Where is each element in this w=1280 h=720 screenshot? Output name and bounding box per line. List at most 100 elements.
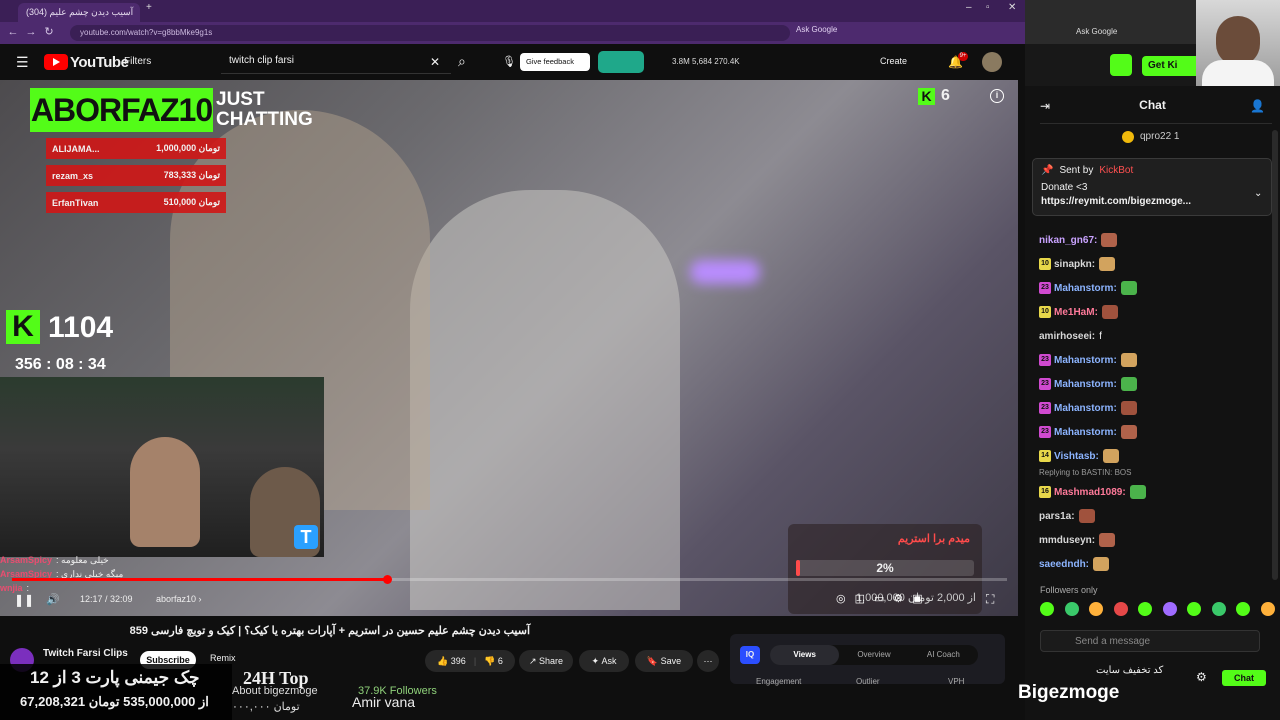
emote-icon[interactable]	[1236, 602, 1251, 616]
youtube-logo-icon[interactable]	[44, 54, 68, 70]
kick-app-icon[interactable]	[1110, 54, 1132, 76]
close-window-icon[interactable]: ✕	[1008, 2, 1016, 13]
emote-icon[interactable]	[1113, 602, 1128, 616]
chat-username[interactable]: amirhoseei:	[1039, 331, 1095, 342]
gear-icon[interactable]: ⚙	[1196, 670, 1207, 684]
chat-username[interactable]: Mashmad1089:	[1054, 487, 1126, 498]
emote-icon	[1093, 557, 1110, 571]
give-feedback-button[interactable]: Give feedback	[520, 53, 590, 71]
chat-message[interactable]: 23 Mahanstorm:	[1039, 396, 1273, 420]
chat-send-button[interactable]: Chat	[1222, 670, 1266, 686]
chat-message[interactable]: 10 Me1HaM:	[1039, 300, 1273, 324]
back-icon[interactable]: ←	[6, 25, 20, 39]
reload-icon[interactable]: ↻	[42, 25, 56, 39]
minimize-icon[interactable]: –	[966, 2, 972, 13]
clear-search-icon[interactable]: ✕	[430, 55, 440, 69]
dislike-button[interactable]: 👎 6	[484, 656, 503, 667]
chat-message[interactable]: nikan_gn67:	[1039, 228, 1273, 252]
youtube-wordmark[interactable]: YouTube	[70, 54, 129, 71]
emote-icon	[1078, 509, 1095, 523]
chat-message[interactable]: 10 sinapkn:	[1039, 252, 1273, 276]
save-button[interactable]: 🔖 Save	[635, 650, 693, 672]
menu-icon[interactable]: ☰	[16, 54, 29, 71]
emote-icon	[1120, 377, 1137, 391]
player-controls-icons[interactable]: ◎◫▭⚙▣	[836, 592, 932, 605]
chapter-chip[interactable]: aborfaz10 ›	[156, 594, 202, 604]
emote-icon[interactable]	[1138, 602, 1153, 616]
chat-message[interactable]: 23 Mahanstorm:	[1039, 420, 1273, 444]
chat-username[interactable]: Vishtasb:	[1054, 451, 1099, 462]
avatar[interactable]	[982, 52, 1002, 72]
search-icon[interactable]: ⌕	[458, 53, 466, 70]
maximize-icon[interactable]: ▫	[986, 2, 990, 13]
create-button[interactable]: Create	[880, 53, 934, 71]
chat-message[interactable]: 14 Vishtasb:	[1039, 444, 1273, 468]
chat-username[interactable]: pars1a:	[1039, 511, 1075, 522]
sub-badge: 14	[1039, 450, 1051, 462]
chat-message[interactable]: saeedndh:	[1039, 552, 1273, 576]
top-user: qpro22	[1140, 131, 1172, 142]
chat-scrollbar[interactable]	[1272, 130, 1278, 580]
url-field[interactable]: youtube.com/watch?v=g8bbMke9g1s	[70, 25, 790, 41]
ask-google-button[interactable]: Ask Google	[796, 25, 837, 34]
ask-google-right[interactable]: Ask Google	[1076, 27, 1117, 36]
emote-icon[interactable]	[1040, 602, 1054, 616]
chat-message[interactable]: 23 Mahanstorm:	[1039, 348, 1273, 372]
chat-message[interactable]: pars1a:	[1039, 504, 1273, 528]
chat-username[interactable]: saeedndh:	[1039, 559, 1089, 570]
search-input[interactable]: twitch clip farsi	[221, 50, 451, 74]
extension-icon[interactable]	[598, 51, 644, 73]
chat-username[interactable]: Mahanstorm:	[1054, 379, 1117, 390]
filters-button[interactable]: Filters	[124, 56, 151, 67]
emote-icon[interactable]	[1260, 602, 1275, 616]
pinned-message[interactable]: 📌 Sent by KickBot Donate <3 https://reym…	[1032, 158, 1272, 216]
chat-username[interactable]: Mahanstorm:	[1054, 355, 1117, 366]
share-button[interactable]: ↗ Share	[519, 650, 573, 672]
browser-tab[interactable]: (304) آسیب دیدن چشم عليم	[18, 3, 140, 22]
chat-username[interactable]: Mahanstorm:	[1054, 403, 1117, 414]
more-actions-icon[interactable]: ⋯	[697, 650, 719, 672]
vidiq-tab[interactable]: AI Coach	[909, 645, 978, 665]
info-icon[interactable]: i	[990, 89, 1004, 103]
video-scrubber-handle[interactable]	[382, 575, 392, 584]
ask-button[interactable]: ✦ Ask	[579, 650, 629, 672]
emote-icon[interactable]	[1064, 602, 1079, 616]
chat-username[interactable]: Me1HaM:	[1054, 307, 1098, 318]
chat-message[interactable]: 23 Mahanstorm:	[1039, 372, 1273, 396]
vidiq-tab[interactable]: Overview	[839, 645, 908, 665]
channel-name[interactable]: Twitch Farsi Clips	[43, 648, 128, 659]
chat-username[interactable]: mmduseyn:	[1039, 535, 1095, 546]
volume-icon[interactable]: 🔊	[46, 593, 60, 606]
new-tab-icon[interactable]: +	[146, 2, 152, 13]
chat-message[interactable]: amirhoseei: f	[1039, 324, 1273, 348]
chat-username[interactable]: Mahanstorm:	[1054, 283, 1117, 294]
fullscreen-icon[interactable]: ⛶	[986, 592, 994, 607]
emote-icon[interactable]	[1187, 602, 1202, 616]
send-message-input[interactable]: Send a message	[1040, 630, 1260, 652]
ad-line-2: 67,208,321 از 535,000,000 تومان	[20, 694, 209, 709]
forward-icon[interactable]: →	[24, 25, 38, 39]
remix-button[interactable]: Remix	[210, 653, 236, 663]
pause-icon[interactable]: ❚❚	[14, 593, 34, 607]
emote-bar[interactable]	[1040, 602, 1275, 620]
like-button[interactable]: 👍 396	[437, 656, 466, 667]
chat-title: Chat	[1139, 98, 1166, 112]
chat-message[interactable]: mmduseyn:	[1039, 528, 1273, 552]
emote-icon	[1099, 257, 1116, 271]
vidiq-tab[interactable]: Views	[770, 645, 840, 665]
chat-username[interactable]: sinapkn:	[1054, 259, 1095, 270]
emote-icon[interactable]	[1211, 602, 1226, 616]
top-badge: 1	[1173, 131, 1180, 142]
users-icon[interactable]: 👤	[1250, 99, 1265, 113]
emote-icon[interactable]	[1162, 602, 1177, 616]
emote-icon[interactable]	[1089, 602, 1104, 616]
microphone-icon[interactable]: 🎙	[502, 55, 516, 68]
chat-message[interactable]: 23 Mahanstorm:	[1039, 276, 1273, 300]
webcam-overlay: T	[0, 377, 324, 557]
chat-message[interactable]: 16 Mashmad1089:	[1039, 480, 1273, 504]
chat-username[interactable]: nikan_gn67:	[1039, 235, 1097, 246]
chat-username[interactable]: Mahanstorm:	[1054, 427, 1117, 438]
telegram-t-icon: T	[294, 525, 318, 549]
chevron-down-icon[interactable]: ⌄	[1254, 188, 1262, 199]
pinned-link[interactable]: https://reymit.com/bigezmoge...	[1041, 196, 1263, 207]
